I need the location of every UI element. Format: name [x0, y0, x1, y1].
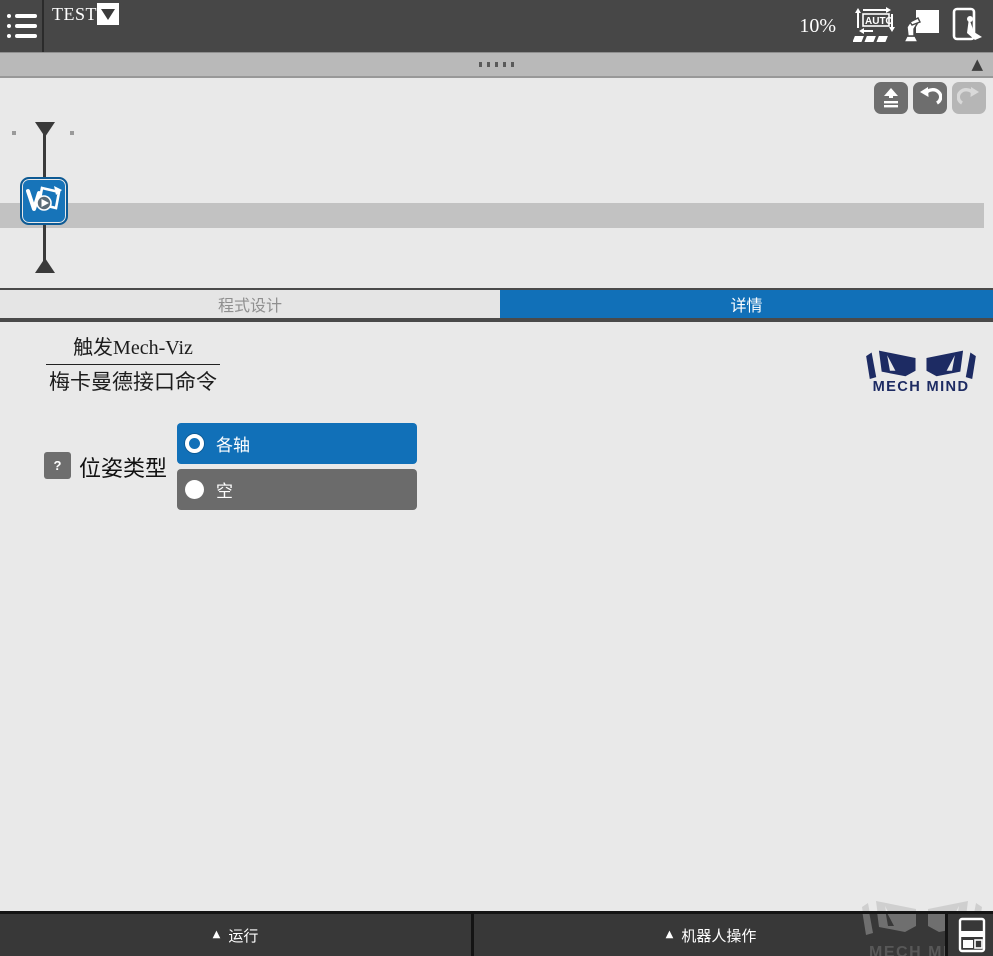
option-empty[interactable]: 空 [177, 469, 417, 510]
command-header: 触发Mech-Viz 梅卡曼德接口命令 [46, 335, 220, 397]
bottom-action-bar: MECH MIND ▲ 运行 ▲ 机器人操作 [0, 911, 993, 956]
program-name: TEST [52, 4, 97, 25]
svg-text:MECH MIND: MECH MIND [873, 379, 970, 394]
mech-viz-icon [23, 180, 65, 222]
main-menu-button[interactable] [0, 0, 44, 52]
robot-program-button[interactable] [899, 6, 943, 46]
pose-type-options: 各轴 空 [177, 423, 417, 510]
touch-pendant-icon [949, 6, 987, 46]
svg-text:AUTO: AUTO [865, 16, 893, 27]
anchor-dot-left [12, 131, 16, 135]
deploy-button[interactable] [874, 82, 908, 114]
program-flow-canvas[interactable] [0, 118, 993, 288]
speed-override-value[interactable]: 10% [799, 15, 836, 38]
keyboard-icon [957, 917, 987, 953]
mech-mind-logo: MECH MIND [857, 342, 985, 399]
upload-icon [880, 87, 902, 109]
option-label: 空 [216, 477, 233, 502]
robot-operation-panel-button[interactable]: ▲ 机器人操作 [477, 914, 948, 956]
option-label: 各轴 [216, 431, 250, 456]
chevron-down-icon [101, 9, 115, 20]
touch-pendant-button[interactable] [946, 6, 990, 46]
tab-program-design[interactable]: 程式设计 [0, 290, 500, 318]
app-window: TEST 10% AUTO [0, 0, 993, 956]
radio-unselected-icon [185, 480, 204, 499]
auto-mode-icon: AUTO [853, 6, 897, 46]
hamburger-icon [7, 14, 42, 18]
detail-tab-bar: 程式设计 详情 [0, 288, 993, 322]
details-panel: 触发Mech-Viz 梅卡曼德接口命令 MECH MIND ? 位姿类型 [0, 322, 993, 911]
watermark-logo-upper [852, 890, 992, 911]
program-dropdown-button[interactable] [97, 3, 119, 25]
command-subtitle: 梅卡曼德接口命令 [46, 367, 220, 397]
option-joint-axes[interactable]: 各轴 [177, 423, 417, 464]
pose-type-label: 位姿类型 [79, 451, 167, 483]
edit-toolbar [0, 78, 993, 118]
virtual-keyboard-button[interactable] [951, 914, 993, 956]
radio-selected-icon [185, 434, 204, 453]
robot-program-icon [901, 7, 941, 45]
redo-icon [957, 87, 981, 109]
selected-step-highlight [0, 203, 984, 228]
run-panel-button[interactable]: ▲ 运行 [0, 914, 474, 956]
undo-icon [918, 87, 942, 109]
run-label: 运行 [228, 925, 258, 946]
robot-operation-label: 机器人操作 [681, 925, 756, 946]
splitter-strip[interactable]: ▲ [0, 52, 993, 78]
auto-mode-button[interactable]: AUTO [853, 6, 897, 46]
collapse-arrow-icon[interactable]: ▲ [971, 55, 983, 73]
redo-button[interactable] [952, 82, 986, 114]
anchor-dot-right [70, 131, 74, 135]
expand-up-icon: ▲ [666, 929, 674, 940]
help-button[interactable]: ? [44, 452, 71, 479]
command-title: 触发Mech-Viz [46, 335, 220, 365]
undo-button[interactable] [913, 82, 947, 114]
mech-viz-step-node[interactable] [20, 177, 68, 225]
flow-end-marker [35, 258, 55, 273]
expand-up-icon: ▲ [213, 929, 221, 940]
top-status-bar: TEST 10% AUTO [0, 0, 993, 52]
tab-details[interactable]: 详情 [500, 290, 993, 318]
drag-handle-dots[interactable] [0, 62, 993, 67]
